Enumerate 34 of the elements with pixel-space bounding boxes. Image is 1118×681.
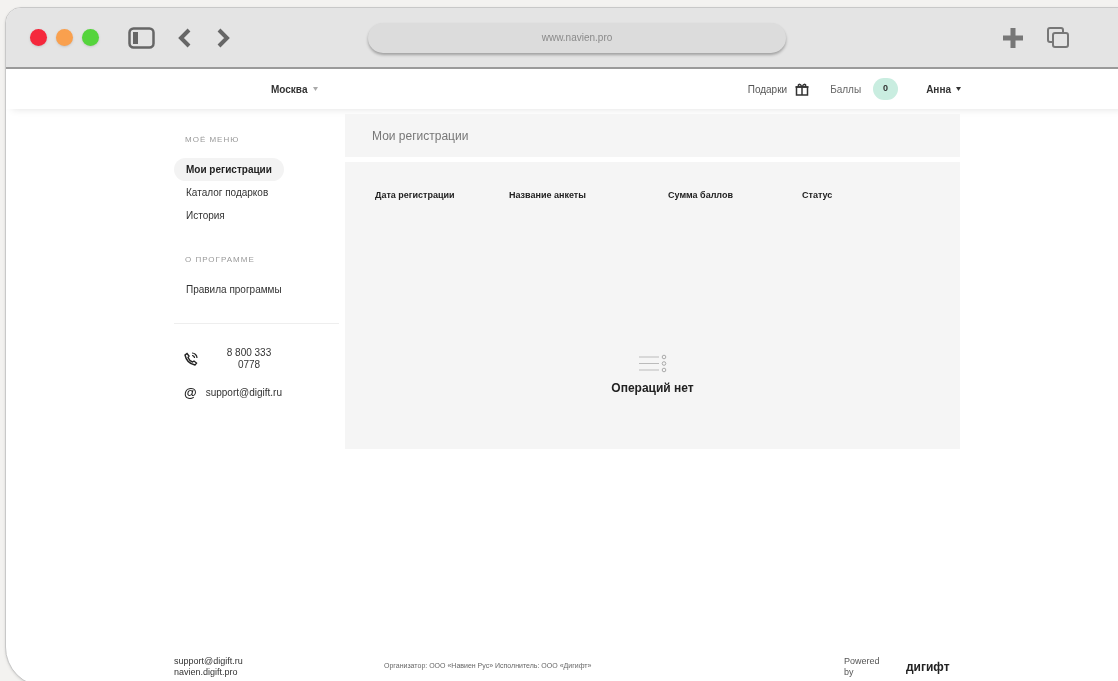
- powered-by-text: Powered by: [844, 656, 881, 678]
- points-label: Баллы: [830, 82, 862, 97]
- sidebar-menu-item[interactable]: История: [174, 204, 237, 227]
- empty-list-icon: [638, 354, 667, 374]
- column-header: Название анкеты: [509, 189, 587, 202]
- gift-icon[interactable]: [795, 82, 810, 96]
- column-header: Сумма баллов: [668, 189, 734, 202]
- sidebar-toggle-icon[interactable]: [128, 26, 155, 49]
- forward-icon[interactable]: [215, 27, 231, 48]
- gifts-link[interactable]: Подарки: [747, 81, 788, 97]
- support-email-link[interactable]: support@digift.ru: [205, 385, 282, 400]
- new-tab-icon[interactable]: [1003, 27, 1023, 48]
- column-header: Дата регистрации: [375, 189, 456, 202]
- sidebar-menu-item[interactable]: Мои регистрации: [174, 158, 284, 181]
- phone-icon: [184, 352, 198, 366]
- phone-number[interactable]: 8 800 333 0778: [220, 347, 278, 371]
- user-menu[interactable]: Анна: [926, 81, 951, 97]
- footer-email-link[interactable]: support@digift.ru: [174, 656, 384, 667]
- menu-section-heading: МОЁ МЕНЮ: [184, 134, 241, 146]
- tabs-overview-icon[interactable]: [1047, 27, 1069, 48]
- points-badge[interactable]: 0: [873, 78, 899, 100]
- menu-section-heading: О ПРОГРАММЕ: [184, 254, 256, 266]
- page-title: Мои регистрации: [372, 127, 469, 145]
- back-icon[interactable]: [177, 27, 193, 48]
- empty-state-message: Операций нет: [611, 380, 694, 398]
- digift-logo: дигифт: [906, 659, 950, 676]
- sidebar-menu-item[interactable]: Правила программы: [174, 278, 294, 301]
- sidebar-menu-item[interactable]: Каталог подарков: [174, 181, 281, 204]
- footer-site-link[interactable]: navien.digift.pro: [174, 667, 384, 678]
- close-window-button[interactable]: [30, 29, 47, 46]
- email-icon: @: [184, 386, 197, 399]
- city-selector[interactable]: Москва: [271, 81, 308, 97]
- caret-icon[interactable]: [956, 87, 961, 91]
- column-header: Статус: [802, 189, 834, 202]
